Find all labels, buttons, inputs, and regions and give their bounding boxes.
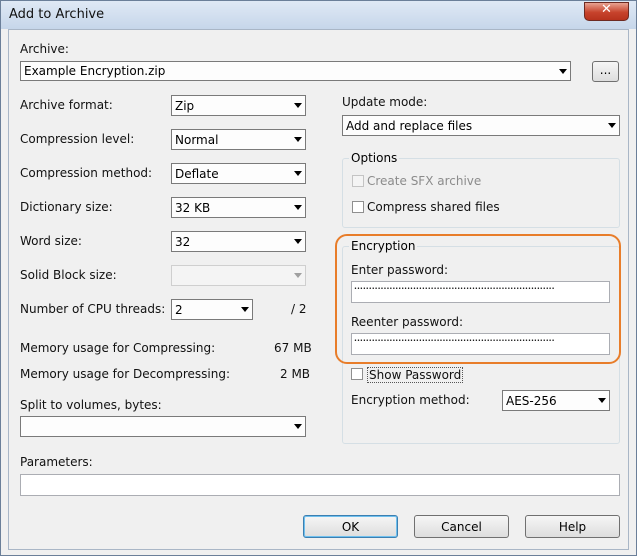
encryption-method-select[interactable]: AES-256	[502, 390, 610, 411]
dialog-client: Archive: Example Encryption.zip ... Arch…	[8, 29, 629, 550]
create-sfx-checkbox	[352, 175, 364, 187]
chevron-down-icon	[241, 307, 249, 312]
archive-format-label: Archive format:	[20, 98, 113, 112]
update-mode-label: Update mode:	[342, 95, 428, 109]
show-password-checkbox[interactable]	[351, 368, 363, 380]
chevron-down-icon	[294, 239, 302, 244]
update-mode-select[interactable]: Add and replace files	[342, 115, 620, 136]
archive-label: Archive:	[20, 42, 69, 56]
memory-compress-value: 67 MB	[274, 341, 312, 355]
add-to-archive-window: Add to Archive ✕ Archive: Example Encryp…	[0, 0, 637, 556]
chevron-down-icon	[294, 424, 302, 429]
compress-shared-label[interactable]: Compress shared files	[367, 200, 500, 214]
memory-compress-label: Memory usage for Compressing:	[20, 341, 216, 355]
chevron-down-icon	[559, 69, 567, 74]
compress-shared-checkbox[interactable]	[352, 201, 364, 213]
dictionary-size-select[interactable]: 32 KB	[171, 197, 306, 218]
browse-button[interactable]: ...	[592, 61, 619, 82]
cpu-threads-select[interactable]: 2	[171, 299, 253, 320]
window-title: Add to Archive	[9, 7, 105, 22]
split-volumes-label: Split to volumes, bytes:	[20, 398, 162, 412]
dictionary-size-label: Dictionary size:	[20, 200, 113, 214]
parameters-label: Parameters:	[20, 455, 93, 469]
word-size-select[interactable]: 32	[171, 231, 306, 252]
solid-block-select	[171, 265, 306, 286]
help-button[interactable]: Help	[525, 515, 620, 538]
archive-path-combo[interactable]: Example Encryption.zip	[20, 61, 571, 81]
options-group-title: Options	[349, 151, 400, 165]
memory-decompress-label: Memory usage for Decompressing:	[20, 367, 230, 381]
encryption-highlight	[335, 234, 621, 364]
options-group: Options Create SFX archive Compress shar…	[342, 151, 620, 228]
compression-method-label: Compression method:	[20, 166, 153, 180]
title-bar[interactable]: Add to Archive ✕	[1, 1, 636, 29]
chevron-down-icon	[294, 205, 302, 210]
show-password-label[interactable]: Show Password	[367, 367, 464, 383]
cpu-threads-label: Number of CPU threads:	[20, 302, 166, 316]
chevron-down-icon	[294, 171, 302, 176]
cancel-button[interactable]: Cancel	[414, 515, 509, 538]
split-volumes-combo[interactable]	[20, 416, 306, 437]
chevron-down-icon	[294, 103, 302, 108]
cpu-threads-max: / 2	[291, 302, 307, 316]
memory-decompress-value: 2 MB	[280, 367, 311, 381]
compression-level-select[interactable]: Normal	[171, 129, 306, 150]
create-sfx-label: Create SFX archive	[367, 174, 482, 188]
ok-button[interactable]: OK	[303, 515, 398, 538]
chevron-down-icon	[598, 398, 606, 403]
archive-path-value: Example Encryption.zip	[24, 64, 166, 78]
compression-level-label: Compression level:	[20, 132, 135, 146]
chevron-down-icon	[294, 273, 302, 278]
compression-method-select[interactable]: Deflate	[171, 163, 306, 184]
close-button[interactable]: ✕	[584, 2, 629, 21]
chevron-down-icon	[294, 137, 302, 142]
parameters-input[interactable]	[20, 474, 620, 496]
word-size-label: Word size:	[20, 234, 82, 248]
chevron-down-icon	[608, 123, 616, 128]
archive-format-select[interactable]: Zip	[171, 95, 306, 116]
solid-block-label: Solid Block size:	[20, 268, 117, 282]
encryption-method-label: Encryption method:	[351, 393, 470, 407]
close-icon: ✕	[601, 2, 612, 17]
